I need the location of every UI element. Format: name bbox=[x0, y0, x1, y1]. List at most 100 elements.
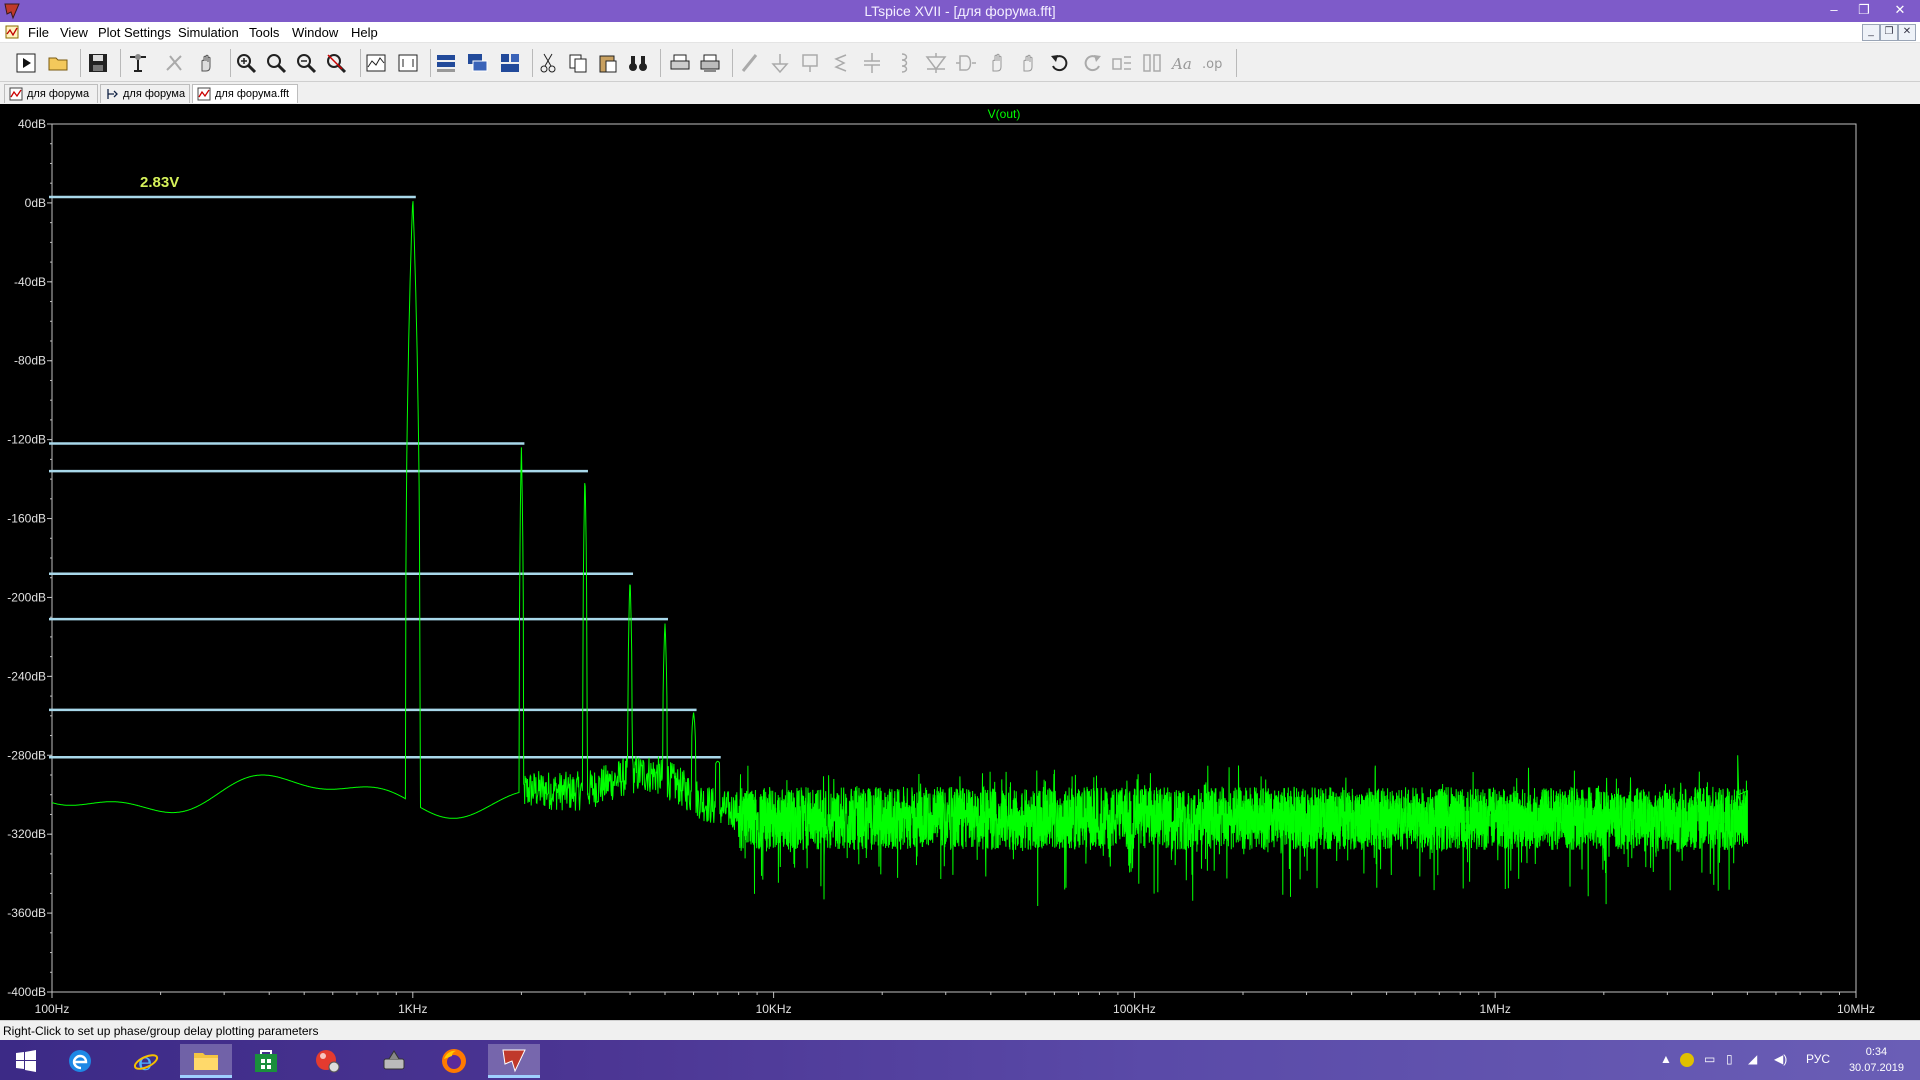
rotate-icon[interactable] bbox=[1110, 51, 1134, 75]
ltspice-icon bbox=[502, 1049, 526, 1072]
print-preview-icon[interactable] bbox=[698, 51, 722, 75]
menu-simulation[interactable]: Simulation bbox=[178, 25, 239, 40]
label-net-icon[interactable] bbox=[798, 51, 822, 75]
document-icon[interactable] bbox=[4, 24, 20, 40]
menu-bar: File View Plot Settings Simulation Tools… bbox=[0, 22, 1920, 43]
taskbar-ltspice[interactable] bbox=[488, 1044, 540, 1078]
open-folder-icon[interactable] bbox=[46, 51, 70, 75]
save-icon[interactable] bbox=[86, 51, 110, 75]
tile-horizontal-icon[interactable] bbox=[434, 51, 458, 75]
x-tick-label: 1MHz bbox=[1480, 1002, 1511, 1016]
taskbar-firefox[interactable] bbox=[428, 1044, 480, 1078]
menu-help[interactable]: Help bbox=[351, 25, 378, 40]
menu-view[interactable]: View bbox=[60, 25, 88, 40]
tray-language[interactable]: РУС bbox=[1806, 1052, 1830, 1066]
waveform-icon bbox=[9, 87, 23, 101]
control-panel-icon[interactable] bbox=[126, 51, 150, 75]
menu-file[interactable]: File bbox=[28, 25, 49, 40]
document-tabs: для форума для форума для форума.fft bbox=[0, 82, 1920, 104]
tray-overflow-icon[interactable]: ▲ bbox=[1660, 1052, 1672, 1066]
resistor-icon[interactable] bbox=[828, 51, 852, 75]
x-tick-label: 100Hz bbox=[35, 1002, 70, 1016]
tab-fft[interactable]: для форума.fft bbox=[192, 84, 298, 103]
voltage-annotation: 2.83V bbox=[140, 174, 179, 191]
taskbar-edge[interactable] bbox=[54, 1044, 106, 1078]
tab-waveform[interactable]: для форума bbox=[4, 84, 98, 103]
cut-icon[interactable] bbox=[536, 51, 560, 75]
status-bar: Right-Click to set up phase/group delay … bbox=[0, 1020, 1920, 1041]
clock-date: 30.07.2019 bbox=[1848, 1062, 1904, 1074]
tray-app-icon[interactable] bbox=[1680, 1053, 1694, 1067]
minimize-button[interactable]: – bbox=[1820, 0, 1848, 22]
close-button[interactable]: ✕ bbox=[1880, 0, 1920, 22]
svg-text:.op: .op bbox=[1202, 57, 1222, 72]
mdi-minimize-button[interactable]: _ bbox=[1862, 24, 1880, 41]
start-button[interactable] bbox=[0, 1044, 52, 1078]
undo-icon[interactable] bbox=[1048, 51, 1072, 75]
schematic-icon bbox=[107, 89, 118, 99]
taskbar-app-gray[interactable] bbox=[368, 1044, 420, 1078]
y-tick-label: -40dB bbox=[14, 275, 46, 289]
ground-icon[interactable] bbox=[768, 51, 792, 75]
tile-vertical-icon[interactable] bbox=[498, 51, 522, 75]
zoom-area-icon[interactable] bbox=[264, 51, 288, 75]
copy-icon[interactable] bbox=[566, 51, 590, 75]
capacitor-icon[interactable] bbox=[860, 51, 884, 75]
mirror-icon[interactable] bbox=[1140, 51, 1164, 75]
redo-icon[interactable] bbox=[1080, 51, 1104, 75]
halt-icon[interactable] bbox=[162, 51, 186, 75]
internet-explorer-icon: e bbox=[133, 1048, 159, 1074]
x-tick-label: 10MHz bbox=[1837, 1002, 1875, 1016]
x-tick-label: 10KHz bbox=[756, 1002, 792, 1016]
drag-hand-icon[interactable] bbox=[1016, 51, 1040, 75]
trace-label: V(out) bbox=[988, 107, 1021, 121]
tray-device-icon[interactable]: ▯ bbox=[1726, 1052, 1733, 1066]
y-tick-label: -80dB bbox=[14, 354, 46, 368]
zoom-out-icon[interactable] bbox=[294, 51, 318, 75]
mdi-restore-button[interactable]: ❐ bbox=[1880, 24, 1898, 41]
paste-icon[interactable] bbox=[596, 51, 620, 75]
waveform-plot[interactable]: 40dB 0dB -40dB -80dB -120dB -160dB -200dB -240d… bbox=[0, 104, 1920, 1020]
file-explorer-icon bbox=[194, 1052, 218, 1070]
pan-hand-icon[interactable] bbox=[194, 51, 218, 75]
diode-icon[interactable] bbox=[924, 51, 948, 75]
fft-chart[interactable]: 40dB 0dB -40dB -80dB -120dB -160dB -200dB -240d… bbox=[0, 104, 1920, 1020]
inductor-icon[interactable] bbox=[892, 51, 916, 75]
manual-limits-icon[interactable] bbox=[396, 51, 420, 75]
taskbar-ie[interactable]: e bbox=[120, 1044, 172, 1078]
run-icon[interactable] bbox=[14, 51, 38, 75]
store-icon bbox=[255, 1050, 277, 1072]
move-hand-icon[interactable] bbox=[986, 51, 1010, 75]
tray-volume-icon[interactable]: ◀) bbox=[1774, 1052, 1787, 1066]
y-tick-label: -160dB bbox=[7, 512, 46, 526]
cascade-icon[interactable] bbox=[466, 51, 490, 75]
find-binoculars-icon[interactable] bbox=[626, 51, 650, 75]
taskbar-explorer[interactable] bbox=[180, 1044, 232, 1078]
clock[interactable]: 0:34 30.07.2019 bbox=[1849, 1044, 1904, 1076]
tab-schematic[interactable]: для форума bbox=[100, 84, 190, 103]
taskbar-app-red[interactable] bbox=[302, 1044, 354, 1078]
zoom-in-icon[interactable] bbox=[234, 51, 258, 75]
autorange-icon[interactable] bbox=[364, 51, 388, 75]
menu-window[interactable]: Window bbox=[292, 25, 338, 40]
tray-network-icon[interactable]: ◢ bbox=[1748, 1052, 1757, 1066]
text-icon[interactable]: Aa bbox=[1170, 51, 1194, 75]
draw-wire-icon[interactable] bbox=[738, 51, 762, 75]
restore-button[interactable]: ❐ bbox=[1850, 0, 1878, 22]
menu-plot-settings[interactable]: Plot Settings bbox=[98, 25, 171, 40]
y-tick-label: 40dB bbox=[18, 117, 46, 131]
y-tick-label: -280dB bbox=[7, 748, 46, 762]
component-icon[interactable] bbox=[954, 51, 978, 75]
tray-battery-icon[interactable]: ▭ bbox=[1704, 1052, 1715, 1066]
print-icon[interactable] bbox=[668, 51, 692, 75]
taskbar-store[interactable] bbox=[240, 1044, 292, 1078]
y-tick-label: -200dB bbox=[7, 590, 46, 604]
edge-browser-icon bbox=[69, 1050, 91, 1072]
svg-text:e: e bbox=[138, 1048, 152, 1074]
zoom-fit-icon[interactable] bbox=[324, 51, 348, 75]
menu-tools[interactable]: Tools bbox=[249, 25, 279, 40]
trace-vout bbox=[51, 201, 1748, 907]
x-tick-label: 1KHz bbox=[398, 1002, 427, 1016]
mdi-close-button[interactable]: ✕ bbox=[1898, 24, 1916, 41]
spice-directive-icon[interactable]: .op bbox=[1200, 51, 1224, 75]
